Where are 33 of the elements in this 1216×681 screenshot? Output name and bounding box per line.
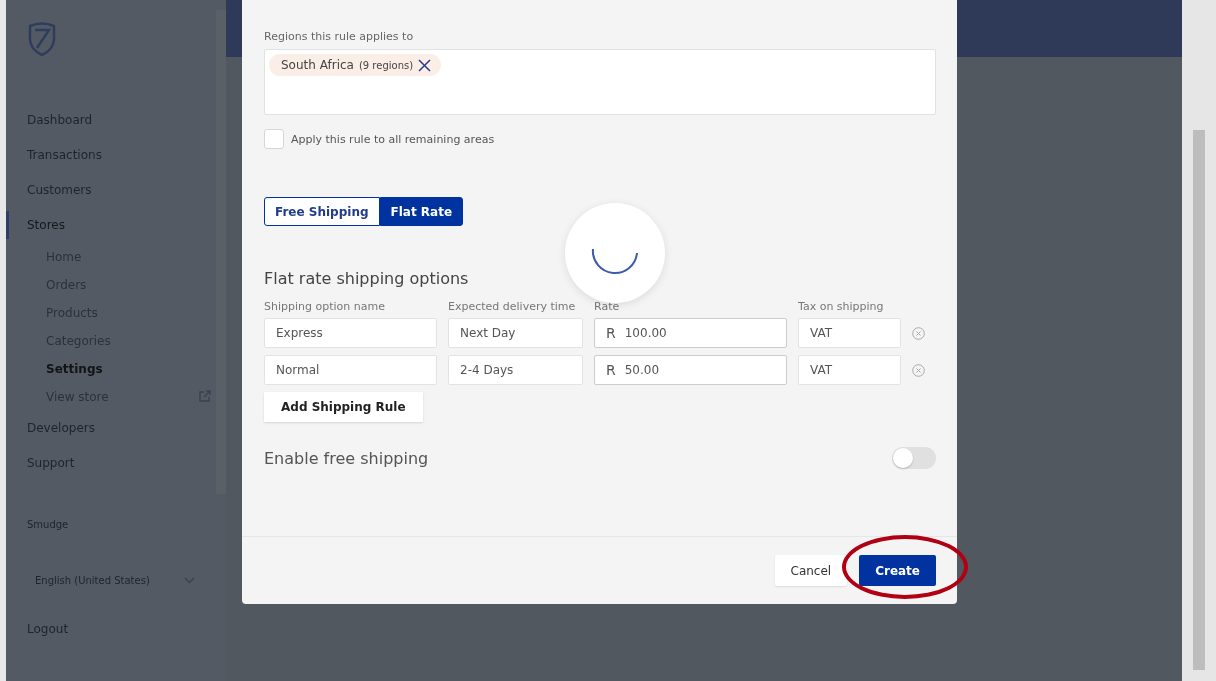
- create-button[interactable]: Create: [859, 555, 936, 586]
- remove-icon[interactable]: [912, 363, 925, 377]
- select-field[interactable]: VAT: [798, 318, 901, 348]
- column-header: Expected delivery time: [448, 300, 577, 313]
- input-field[interactable]: Next Day: [448, 318, 583, 348]
- sidebar-scrollbar[interactable]: [216, 10, 226, 494]
- add-shipping-rule-button[interactable]: Add Shipping Rule: [264, 392, 423, 422]
- page-scrollbar[interactable]: [1182, 0, 1216, 681]
- section-title: Flat rate shipping options: [264, 269, 470, 288]
- cancel-button[interactable]: Cancel: [774, 555, 848, 586]
- input-field[interactable]: Normal: [264, 355, 437, 385]
- checkbox-label: Apply this rule to all remaining areas: [291, 132, 495, 146]
- chevron-down-icon: [184, 577, 195, 584]
- input-field[interactable]: 2-4 Days: [448, 355, 583, 385]
- close-icon[interactable]: [418, 58, 432, 72]
- column-header: Tax on shipping: [798, 300, 885, 313]
- select-field[interactable]: VAT: [798, 355, 901, 385]
- remove-icon[interactable]: [912, 326, 925, 340]
- region-tag: South Africa (9 regions): [269, 54, 442, 76]
- input-field[interactable]: Express: [264, 318, 437, 348]
- rate-field[interactable]: R 50.00: [594, 355, 787, 385]
- column-header: Rate: [594, 300, 621, 313]
- shield-logo-icon: [27, 22, 57, 56]
- toggle-switch[interactable]: [892, 447, 936, 469]
- checkbox[interactable]: [264, 129, 284, 149]
- segment-tab[interactable]: Free Shipping: [264, 197, 380, 226]
- field-label: Regions this rule applies to: [264, 30, 415, 43]
- regions-field[interactable]: South Africa (9 regions): [264, 49, 936, 115]
- rate-field[interactable]: R 100.00: [594, 318, 787, 348]
- column-header: Shipping option name: [264, 300, 386, 313]
- segment-tab[interactable]: Flat Rate: [379, 197, 464, 226]
- toggle-label: Enable free shipping: [264, 448, 429, 468]
- external-link-icon: [198, 390, 211, 403]
